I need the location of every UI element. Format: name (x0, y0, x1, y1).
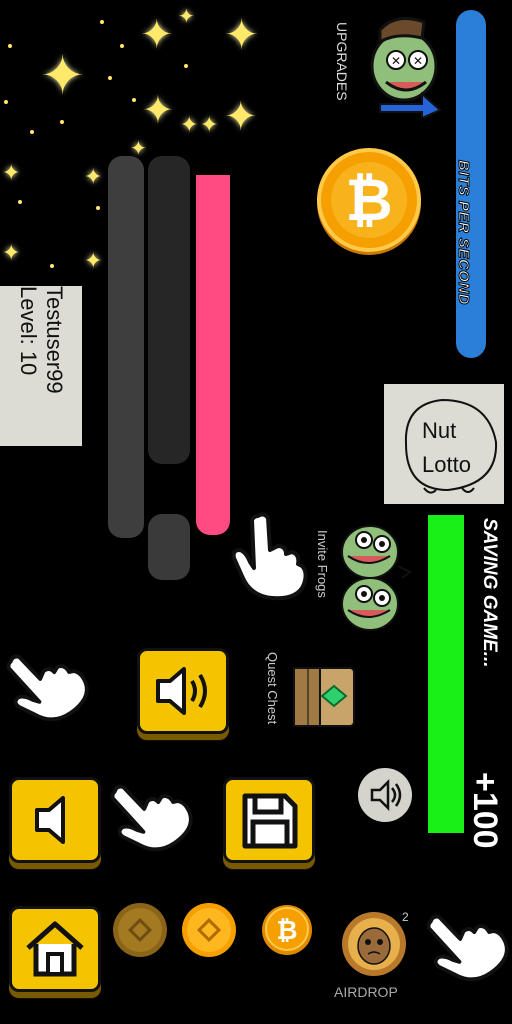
nut-lotto-line2: Lotto (422, 452, 471, 477)
sound-on-button[interactable] (137, 648, 229, 734)
hand-pointer-icon (228, 510, 308, 607)
airdrop-count: 2 (402, 910, 409, 924)
speaker-icon (370, 778, 402, 812)
home-icon (26, 921, 84, 977)
star-icon: ✦ (2, 240, 21, 265)
bitcoin-small-button[interactable]: ₿ (262, 905, 312, 955)
bonus-counter: +100 (466, 772, 504, 849)
svg-text:₿: ₿ (345, 166, 392, 234)
binance-coin-button[interactable] (182, 903, 236, 957)
svg-text:₿: ₿ (276, 916, 297, 946)
star-icon: ✦ (200, 112, 219, 137)
star-icon: ✦ (180, 112, 199, 137)
star-icon: ✦ (142, 90, 174, 132)
player-info-box: Testuser99 Level: 10 (0, 286, 82, 446)
player-name: Testuser99 (42, 286, 67, 394)
svg-text:✕: ✕ (391, 54, 401, 68)
progress-bar-track-2 (148, 156, 190, 464)
nut-lotto-line1: Nut (422, 418, 457, 443)
binance-coin-icon (187, 908, 231, 952)
home-button[interactable] (9, 906, 101, 992)
quest-chest-label: Quest Chest (265, 652, 280, 725)
frog-upgrade-icon: ✕ ✕ (370, 16, 442, 120)
airdrop-label: AIRDROP (334, 984, 398, 1000)
progress-bar-knob[interactable] (148, 514, 190, 580)
bitcoin-coin-icon: ₿ (317, 148, 421, 255)
airdrop-button[interactable]: 2 (338, 910, 414, 990)
hand-pointer-icon (89, 756, 207, 876)
hand-pointer-icon (405, 886, 512, 1006)
binance-coin-button-dim[interactable] (113, 903, 167, 957)
progress-bar-track-1 (108, 156, 144, 538)
bitcoin-coin-button[interactable]: ₿ (314, 148, 424, 258)
speaker-icon (156, 667, 207, 715)
save-button[interactable] (223, 777, 315, 863)
star-icon: ✦ (224, 95, 258, 139)
upgrades-label: UPGRADES (334, 22, 350, 101)
speaker-muted-icon (35, 796, 65, 844)
saving-progress-bar (428, 515, 464, 833)
bits-per-second-label: BITS PER SECOND (455, 160, 473, 306)
upgrades-button[interactable]: ✕ ✕ (366, 8, 446, 120)
quest-chest-button[interactable] (288, 660, 360, 732)
star-icon: ✦ (84, 248, 103, 273)
nut-icon (404, 398, 498, 494)
star-icon: ✦ (140, 13, 174, 57)
svg-text:✕: ✕ (413, 54, 423, 68)
nut-lotto-button[interactable]: Nut Lotto (384, 384, 504, 504)
quest-chest-icon (293, 667, 355, 727)
player-level: Level: 10 (16, 286, 41, 376)
hand-pointer-icon (0, 626, 103, 746)
pink-progress-bar (196, 175, 230, 535)
sound-toggle-round[interactable] (358, 768, 412, 822)
star-icon: ✦ (224, 11, 260, 58)
save-icon (242, 793, 298, 849)
star-icon: ✦ (84, 164, 103, 189)
invite-frogs-button[interactable] (340, 520, 414, 632)
star-icon: ✦ (178, 6, 195, 28)
invite-frogs-icon (341, 525, 412, 631)
sound-off-button[interactable] (9, 777, 101, 863)
binance-coin-icon (118, 908, 162, 952)
star-icon: ✦ (2, 160, 21, 185)
star-icon: ✦ (40, 46, 86, 106)
invite-frogs-label: Invite Frogs (315, 530, 330, 598)
bitcoin-coin-icon: ₿ (265, 907, 309, 951)
saving-label: SAVING GAME... (479, 518, 500, 668)
